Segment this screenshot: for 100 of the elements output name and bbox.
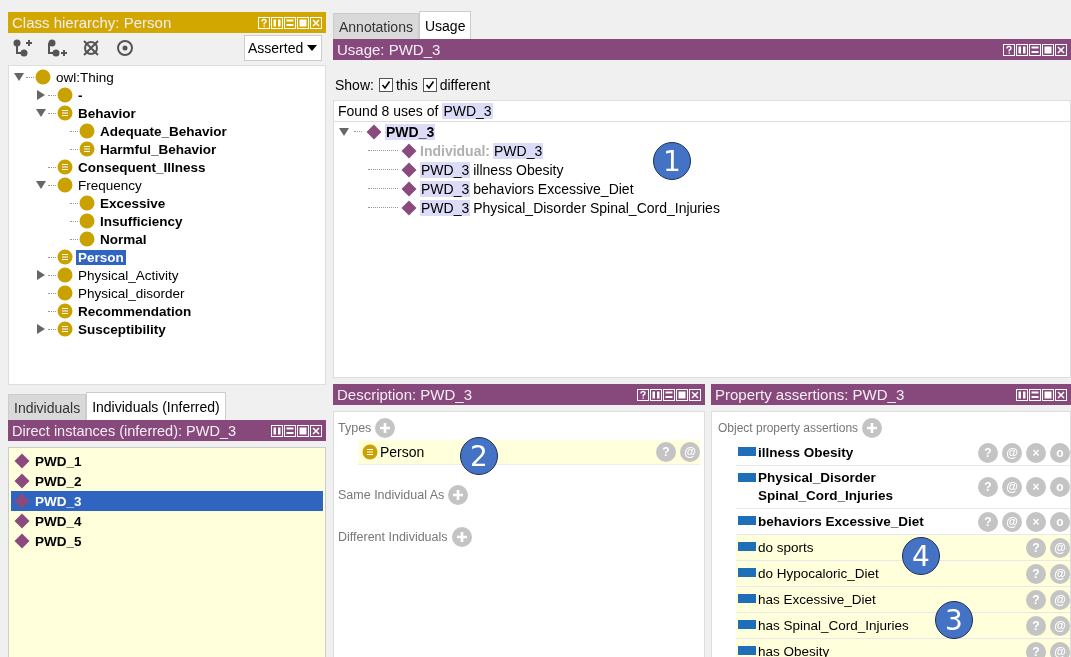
individual-label: PWD_2 [35,473,82,489]
class-tree-item[interactable]: Physical_Activity [76,267,181,283]
class-tree-item[interactable]: Insufficiency [98,213,185,229]
individual-icon [14,493,30,509]
usage-root[interactable]: PWD_3 [385,123,436,140]
collapsed-arrow-icon[interactable] [35,323,47,335]
hsplit-icon[interactable] [663,388,675,401]
vsplit-icon[interactable] [271,424,283,437]
object-property-icon [738,594,756,603]
help-icon[interactable] [1003,43,1015,56]
class-icon [57,285,73,301]
individual-item[interactable]: PWD_3 [11,491,323,511]
highlighted-subject: PWD_3 [420,161,471,178]
hsplit-icon[interactable] [284,424,296,437]
delete-class-icon[interactable] [80,38,102,58]
individual-icon [14,513,30,529]
max-icon[interactable] [1042,388,1054,401]
add-subclass-icon[interactable] [12,38,34,58]
class-tree-item[interactable]: Frequency [76,177,144,193]
class-tree-item[interactable]: Harmful_Behavior [98,141,219,157]
individual-item[interactable]: PWD_4 [11,511,323,531]
summary-text: Found 8 uses of [338,103,439,119]
max-icon[interactable] [1042,43,1054,56]
individual-item[interactable]: PWD_1 [11,451,323,471]
expanded-arrow-icon[interactable] [35,179,47,191]
defined-class-icon [57,159,73,175]
class-tree-item[interactable]: Consequent_Illness [76,159,208,175]
target-icon[interactable] [114,38,136,58]
class-icon [57,177,73,193]
close-icon[interactable] [310,424,322,437]
checkbox[interactable] [378,78,393,92]
tab[interactable]: Individuals (Inferred) [86,392,226,420]
individual-item[interactable]: PWD_2 [11,471,323,491]
individual-item[interactable]: PWD_5 [11,531,323,551]
class-tree-item[interactable]: Person [76,249,126,265]
property-assertion-text: behaviors Excessive_Diet [758,512,924,531]
vsplit-icon[interactable] [650,388,662,401]
property-assertion-text: do sports [758,538,814,557]
close-icon[interactable] [689,388,701,401]
class-tree-item[interactable]: Excessive [98,195,168,211]
property-assertion-text: has Excessive_Diet [758,590,876,609]
panel-title: Class hierarchy: Person [12,14,173,31]
vsplit-icon[interactable] [1016,388,1028,401]
defined-class-icon [79,141,95,157]
individual-icon [401,180,417,197]
defined-class-icon [362,444,378,460]
type-label: Person [380,444,425,460]
expanded-arrow-icon[interactable] [338,125,350,138]
property-assertion-text: do Hypocaloric_Diet [758,564,879,583]
class-tree-item[interactable]: - [76,87,85,103]
highlighted-subject: PWD_3 [420,180,471,197]
individual-icon [401,161,417,178]
collapsed-arrow-icon[interactable] [35,89,47,101]
class-tree-item[interactable]: owl:Thing [54,69,116,85]
max-icon[interactable] [676,388,688,401]
checkbox[interactable] [422,78,437,92]
individual-label: PWD_4 [35,513,82,529]
view-mode-dropdown[interactable]: Asserted [244,35,322,61]
hsplit-icon[interactable] [1029,388,1041,401]
close-icon[interactable] [1055,43,1067,56]
individual-icon [14,453,30,469]
class-tree-item[interactable]: Recommendation [76,303,194,319]
tab[interactable]: Usage [418,11,472,39]
caret-icon [307,45,318,51]
defined-class-icon [57,303,73,319]
panel-title: Direct instances (inferred): PWD_3 [12,422,237,439]
expanded-arrow-icon[interactable] [35,107,47,119]
individual-label: PWD_5 [35,533,82,549]
object-property-icon [738,516,756,525]
show-label: Show: [335,77,374,93]
class-tree-item[interactable]: Susceptibility [76,321,168,337]
add-sibling-icon[interactable] [46,38,68,58]
section-label: Same Individual As [338,488,445,502]
usage-text: Physical_Disorder Spinal_Cord_Injuries [473,199,720,216]
tab[interactable]: Individuals [8,394,87,420]
class-icon [79,123,95,139]
defined-class-icon [57,249,73,265]
class-tree-item[interactable]: Adequate_Behavior [98,123,229,139]
checkbox-label: this [395,77,418,93]
object-property-icon [738,646,756,655]
section-label: Object property assertions [718,421,859,435]
highlighted-subject: PWD_3 [493,142,544,159]
vsplit-icon[interactable] [1016,43,1028,56]
hsplit-icon[interactable] [1029,43,1041,56]
expanded-arrow-icon[interactable] [13,71,25,83]
section-label: Types [338,421,372,435]
help-icon[interactable] [637,388,649,401]
property-assertion-text: Physical_Disorder Spinal_Cord_Injuries [758,469,895,505]
highlighted-subject: PWD_3 [442,103,493,119]
usage-text: illness Obesity [473,161,564,178]
max-icon[interactable] [297,424,309,437]
tab[interactable]: Annotations [333,13,419,39]
individual-icon [401,199,417,216]
object-property-icon [738,620,756,629]
class-tree-item[interactable]: Behavior [76,105,138,121]
property-assertion-text: illness Obesity [758,443,854,462]
close-icon[interactable] [1055,388,1067,401]
class-tree-item[interactable]: Physical_disorder [76,285,187,301]
collapsed-arrow-icon[interactable] [35,269,47,281]
class-tree-item[interactable]: Normal [98,231,149,247]
